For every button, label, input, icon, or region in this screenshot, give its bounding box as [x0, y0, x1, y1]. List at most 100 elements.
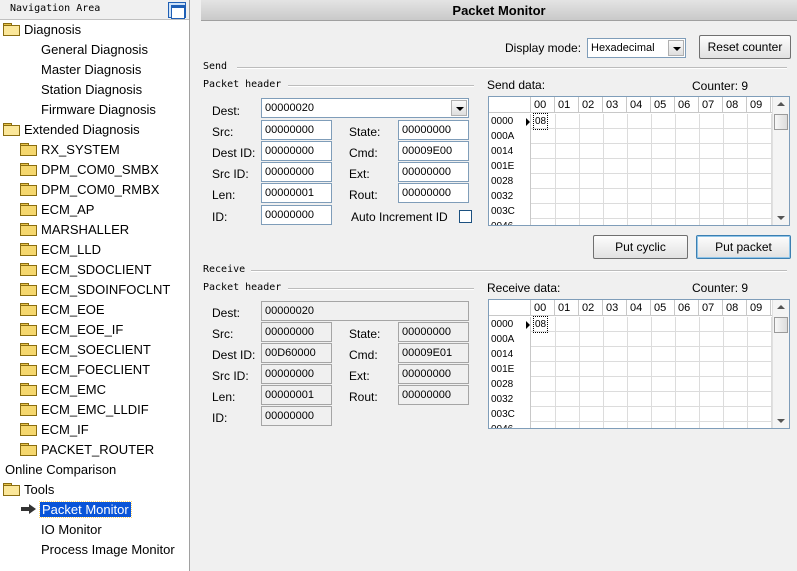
receive-data-grid[interactable]: 00 01 02 03 04 05 06 07 08 09 0000 08 000A 0014 001E 0…: [488, 299, 790, 429]
send-ext-field[interactable]: 00000000: [398, 162, 469, 182]
nav-item[interactable]: ECM_SDOINFOCLNT: [20, 281, 172, 299]
nav-item[interactable]: DPM_COM0_SMBX: [20, 161, 161, 179]
nav-item[interactable]: Tools: [3, 481, 56, 499]
grid-row-offset: 001E: [489, 159, 531, 174]
grid-column-header: 04: [627, 97, 651, 113]
grid-column-header: 09: [747, 300, 771, 316]
nav-item[interactable]: ECM_EOE: [20, 301, 107, 319]
auto-increment-checkbox[interactable]: [459, 210, 472, 223]
nav-item[interactable]: Process Image Monitor: [39, 541, 177, 559]
receive-data-label: Receive data:: [487, 281, 561, 295]
send-src-field[interactable]: 00000000: [261, 120, 332, 140]
put-packet-button[interactable]: Put packet: [696, 235, 791, 259]
grid-row-offset: 0028: [489, 377, 531, 392]
nav-item[interactable]: ECM_SOECLIENT: [20, 341, 153, 359]
grid-column-header: 08: [723, 300, 747, 316]
send-dest-select[interactable]: 00000020: [261, 98, 469, 118]
nav-item[interactable]: General Diagnosis: [39, 41, 150, 59]
nav-item[interactable]: ECM_EOE_IF: [20, 321, 125, 339]
nav-item[interactable]: Master Diagnosis: [39, 61, 143, 79]
grid-row[interactable]: 0000 08: [489, 316, 773, 333]
grid-row[interactable]: 000A: [489, 129, 773, 144]
send-id-field[interactable]: 00000000: [261, 205, 332, 225]
nav-item-label: PACKET_ROUTER: [41, 442, 155, 457]
reset-counter-button[interactable]: Reset counter: [699, 35, 791, 59]
nav-item[interactable]: IO Monitor: [39, 521, 104, 539]
send-len-field[interactable]: 00000001: [261, 183, 332, 203]
grid-row[interactable]: 0000 08: [489, 113, 773, 130]
nav-item-label: ECM_LLD: [41, 242, 101, 257]
nav-item[interactable]: ECM_LLD: [20, 241, 103, 259]
scroll-down-icon[interactable]: [777, 216, 785, 220]
send-cmd-field[interactable]: 00009E00: [398, 141, 469, 161]
nav-item-label: MARSHALLER: [41, 222, 130, 237]
chevron-down-icon[interactable]: [451, 100, 467, 116]
send-state-label: State:: [349, 125, 381, 139]
grid-cell[interactable]: 08: [532, 316, 549, 333]
scroll-thumb[interactable]: [774, 317, 788, 333]
grid-row[interactable]: 000A: [489, 332, 773, 347]
send-state-field[interactable]: 00000000: [398, 120, 469, 140]
grid-row[interactable]: 0046: [489, 219, 773, 225]
grid-row[interactable]: 0046: [489, 422, 773, 428]
nav-item[interactable]: ECM_IF: [20, 421, 91, 439]
grid-cell[interactable]: 08: [532, 113, 549, 130]
nav-item[interactable]: RX_SYSTEM: [20, 141, 122, 159]
grid-divider: [627, 114, 628, 225]
receive-src-id-field: 00000000: [261, 364, 332, 384]
grid-row[interactable]: 001E: [489, 159, 773, 174]
grid-column-header: 06: [675, 300, 699, 316]
nav-item[interactable]: Diagnosis: [3, 21, 83, 39]
grid-row[interactable]: 003C: [489, 407, 773, 422]
scroll-thumb[interactable]: [774, 114, 788, 130]
nav-item[interactable]: PACKET_ROUTER: [20, 441, 156, 459]
receive-len-field: 00000001: [261, 385, 332, 405]
grid-row-offset: 000A: [489, 129, 531, 144]
send-rout-field[interactable]: 00000000: [398, 183, 469, 203]
nav-item[interactable]: MARSHALLER: [20, 221, 131, 239]
navigation-title: Navigation Area: [10, 3, 101, 14]
grid-row[interactable]: 0028: [489, 174, 773, 189]
grid-row-offset: 0028: [489, 174, 531, 189]
grid-divider: [699, 317, 700, 428]
auto-increment-label: Auto Increment ID: [351, 210, 448, 224]
window-toggle-icon[interactable]: [168, 2, 186, 19]
nav-item[interactable]: ECM_SDOCLIENT: [20, 261, 154, 279]
receive-state-field: 00000000: [398, 322, 469, 342]
nav-item[interactable]: DPM_COM0_RMBX: [20, 181, 161, 199]
nav-item[interactable]: Online Comparison: [3, 461, 118, 479]
grid-column-header: 00: [531, 97, 555, 113]
chevron-down-icon[interactable]: [668, 40, 684, 56]
scroll-up-icon[interactable]: [777, 305, 785, 309]
folder-icon: [20, 223, 37, 236]
send-grid-scrollbar[interactable]: [772, 97, 789, 225]
grid-row[interactable]: 0032: [489, 392, 773, 407]
scroll-up-icon[interactable]: [777, 102, 785, 106]
nav-item[interactable]: ECM_EMC: [20, 381, 108, 399]
send-data-grid[interactable]: 00 01 02 03 04 05 06 07 08 09 0000 08 000A 0014 001E 0…: [488, 96, 790, 226]
nav-item[interactable]: ECM_FOECLIENT: [20, 361, 152, 379]
display-mode-select[interactable]: Hexadecimal: [587, 38, 686, 58]
send-src-id-field[interactable]: 00000000: [261, 162, 332, 182]
send-dest-id-field[interactable]: 00000000: [261, 141, 332, 161]
put-cyclic-button[interactable]: Put cyclic: [593, 235, 688, 259]
nav-item[interactable]: ECM_AP: [20, 201, 96, 219]
grid-row[interactable]: 001E: [489, 362, 773, 377]
nav-item[interactable]: Extended Diagnosis: [3, 121, 142, 139]
grid-row[interactable]: 003C: [489, 204, 773, 219]
grid-row[interactable]: 0032: [489, 189, 773, 204]
nav-item[interactable]: Station Diagnosis: [39, 81, 144, 99]
grid-divider: [579, 114, 580, 225]
arrow-right-icon: [20, 503, 38, 515]
grid-row[interactable]: 0028: [489, 377, 773, 392]
nav-item-label: ECM_SDOCLIENT: [41, 262, 152, 277]
nav-item-label: ECM_IF: [41, 422, 89, 437]
receive-grid-scrollbar[interactable]: [772, 300, 789, 428]
scroll-down-icon[interactable]: [777, 419, 785, 423]
nav-item[interactable]: Packet Monitor: [20, 501, 132, 519]
grid-row[interactable]: 0014: [489, 347, 773, 362]
grid-divider: [723, 114, 724, 225]
nav-item[interactable]: Firmware Diagnosis: [39, 101, 158, 119]
nav-item[interactable]: ECM_EMC_LLDIF: [20, 401, 151, 419]
grid-row[interactable]: 0014: [489, 144, 773, 159]
